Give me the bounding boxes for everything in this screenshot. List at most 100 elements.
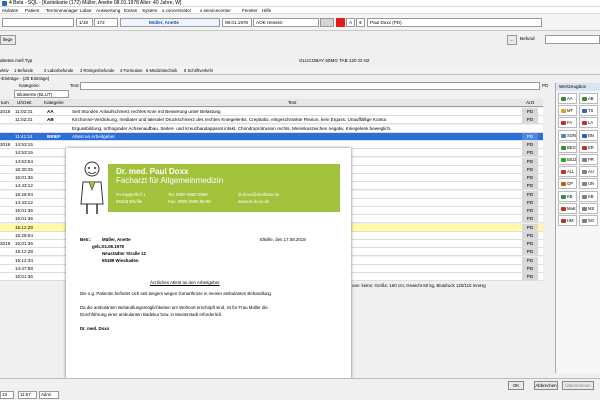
insurance-field: AOK Hessen xyxy=(253,18,319,27)
ellipsis-button[interactable]: ... xyxy=(507,35,517,45)
insurance-dropdown[interactable] xyxy=(320,18,334,27)
tab-schriftverkehr[interactable]: 6 Schriftverkehr xyxy=(184,66,213,75)
tab-befunde[interactable]: 1 Befunde xyxy=(14,66,33,75)
row-time: 14:53:15 xyxy=(15,142,33,147)
col-text[interactable]: Text xyxy=(288,99,296,107)
menu-item[interactable]: Hilfe xyxy=(262,7,271,14)
tool-icon xyxy=(561,182,566,187)
tool-label: GP xyxy=(567,181,574,187)
text-filter-input[interactable] xyxy=(80,82,540,90)
tool-button[interactable]: BN xyxy=(579,129,598,141)
tool-label: PR xyxy=(588,157,594,162)
tab-medizintechnik[interactable]: 5 Medizintechnik xyxy=(146,66,177,75)
befund-field[interactable] xyxy=(545,35,600,44)
diagnosis-text: abetes mell.Typ xyxy=(0,58,33,63)
tool-button[interactable]: AU xyxy=(579,166,598,178)
cancel-button[interactable]: Abbrechen xyxy=(534,381,558,390)
tool-button[interactable]: BILD xyxy=(558,154,577,165)
row-text: Attest an Arbeitgeber xyxy=(72,133,115,139)
tool-button[interactable]: SO xyxy=(579,215,598,226)
menu-item[interactable]: Extras xyxy=(124,7,137,14)
bottom-bar: OK Abbrechen Übernehmen xyxy=(0,378,600,400)
row-arzt: PD xyxy=(522,240,538,247)
tool-button[interactable]: AB xyxy=(579,93,598,104)
tab-roentgen[interactable]: 3 Röntgenbefunde xyxy=(80,66,114,75)
tool-icon xyxy=(561,109,566,114)
patient-bar: 1/18 172 Müller, Anette 08.01.1978 AOK H… xyxy=(0,14,600,31)
tool-button[interactable]: MT xyxy=(558,105,577,117)
menu-item[interactable]: Terminmanager xyxy=(46,7,78,14)
letter-address2: 65343 Eltville xyxy=(116,199,143,204)
row-text: Ergussbildung, orthograder Achsenaufbau,… xyxy=(72,125,392,131)
tool-icon xyxy=(582,219,587,223)
table-row[interactable]: 2018 11:02:31 AA Seit Stunden Anlaufschmerz… xyxy=(0,108,543,117)
tab-aktiv[interactable]: ektiv xyxy=(0,66,9,75)
col-date[interactable]: tum xyxy=(1,99,9,107)
pflege-button[interactable]: llege xyxy=(0,35,16,45)
tool-icon xyxy=(561,133,566,138)
tool-button[interactable]: KB xyxy=(579,190,598,202)
tool-button[interactable]: SONO xyxy=(558,129,577,141)
row-time: 15:12:34 xyxy=(15,257,33,263)
row-time: 14:53:54 xyxy=(15,158,33,164)
tool-panel: Wertzeugbox AA AB MT TS FA LA SONO BN BEG ER BILD P… xyxy=(555,83,600,373)
kategorie-select[interactable]: Blutwerte (BLUT) xyxy=(14,90,69,98)
tab-laborbefunde[interactable]: 2 Laborbefunde xyxy=(44,66,73,75)
tool-button[interactable]: AA xyxy=(558,93,577,104)
tool-button[interactable]: MaKRO xyxy=(558,202,577,214)
menu-item[interactable]: Auswertung xyxy=(96,7,120,14)
diagnosis-row: abetes mell.Typ GLUCOBAY 50MG TAB 120 St… xyxy=(0,57,600,66)
tab-formulare[interactable]: 4 Formulare xyxy=(120,66,143,75)
tool-button[interactable]: ER xyxy=(579,141,598,153)
tool-button[interactable]: ALL xyxy=(558,166,577,178)
tool-button[interactable]: GP xyxy=(558,178,577,190)
search-field[interactable] xyxy=(2,18,74,27)
row-arzt: PD xyxy=(522,223,538,231)
letter-email: dr.doxx@medistar.de xyxy=(238,192,280,197)
doctor-field[interactable]: Paul Doxx (PD) xyxy=(367,18,542,27)
tool-icon xyxy=(582,182,587,187)
letter-place-date: Eltville, den 17.08.2018 xyxy=(260,237,306,242)
tool-button[interactable]: KB xyxy=(558,190,577,202)
status-count: 13 xyxy=(0,391,14,399)
tool-button[interactable]: PR xyxy=(579,154,598,165)
tool-button[interactable]: BEG xyxy=(558,141,577,153)
tool-label: AA xyxy=(567,96,573,101)
pd-filter: PD xyxy=(542,83,549,88)
title-bar: 4 Beta - SQL - [Karteikarte (172) Müller… xyxy=(0,0,600,7)
apply-button[interactable]: Übernehmen xyxy=(562,381,594,390)
menu-item[interactable]: x.servicecenter xyxy=(200,7,231,14)
table-row[interactable]: 11:02:31 AB Kirchonne-Verdickung, mediater… xyxy=(0,116,543,125)
col-category[interactable]: Kategorie xyxy=(44,99,64,107)
tool-icon xyxy=(582,145,587,150)
menu-item[interactable]: Patient xyxy=(25,7,39,14)
table-row[interactable]: 11:41:24 BRIEF Attest an Arbeitgeber PD xyxy=(0,132,543,141)
row-arzt: PD xyxy=(522,174,538,181)
tool-button[interactable]: UN xyxy=(579,178,598,190)
col-time[interactable]: Uhrzeit xyxy=(17,99,32,107)
col-arzt[interactable]: Arzt xyxy=(526,99,534,107)
menu-item[interactable]: System xyxy=(142,7,157,14)
ok-button[interactable]: OK xyxy=(508,381,524,390)
euro-icon[interactable]: € xyxy=(356,18,365,27)
tool-button[interactable]: LA xyxy=(579,117,598,129)
tool-button[interactable]: TS xyxy=(579,105,598,117)
alert-badge[interactable] xyxy=(336,18,345,27)
patient-name[interactable]: Müller, Anette xyxy=(120,18,220,27)
flag-a[interactable]: A xyxy=(346,18,355,27)
tool-icon xyxy=(582,109,587,114)
row-time: 15:28:04 xyxy=(15,232,33,238)
menu-item[interactable]: Labor xyxy=(80,7,92,14)
tool-button[interactable]: HM xyxy=(558,215,577,226)
menu-item[interactable]: Fenster xyxy=(242,7,258,14)
tool-icon xyxy=(582,97,587,101)
row-date: 2018 xyxy=(0,142,11,147)
row-time: 15:12:28 xyxy=(15,249,33,255)
menu-item[interactable]: x.concentrator xyxy=(162,7,191,14)
menu-item[interactable]: nsdaten xyxy=(2,7,18,14)
tool-button[interactable]: FA xyxy=(558,117,577,129)
tool-label: MS xyxy=(588,205,595,211)
tool-button[interactable]: MS xyxy=(579,202,598,214)
entry-count: -Einträge - (20 Einträge) xyxy=(0,76,50,81)
table-row[interactable]: Ergussbildung, orthograder Achsenaufbau,… xyxy=(0,124,543,133)
